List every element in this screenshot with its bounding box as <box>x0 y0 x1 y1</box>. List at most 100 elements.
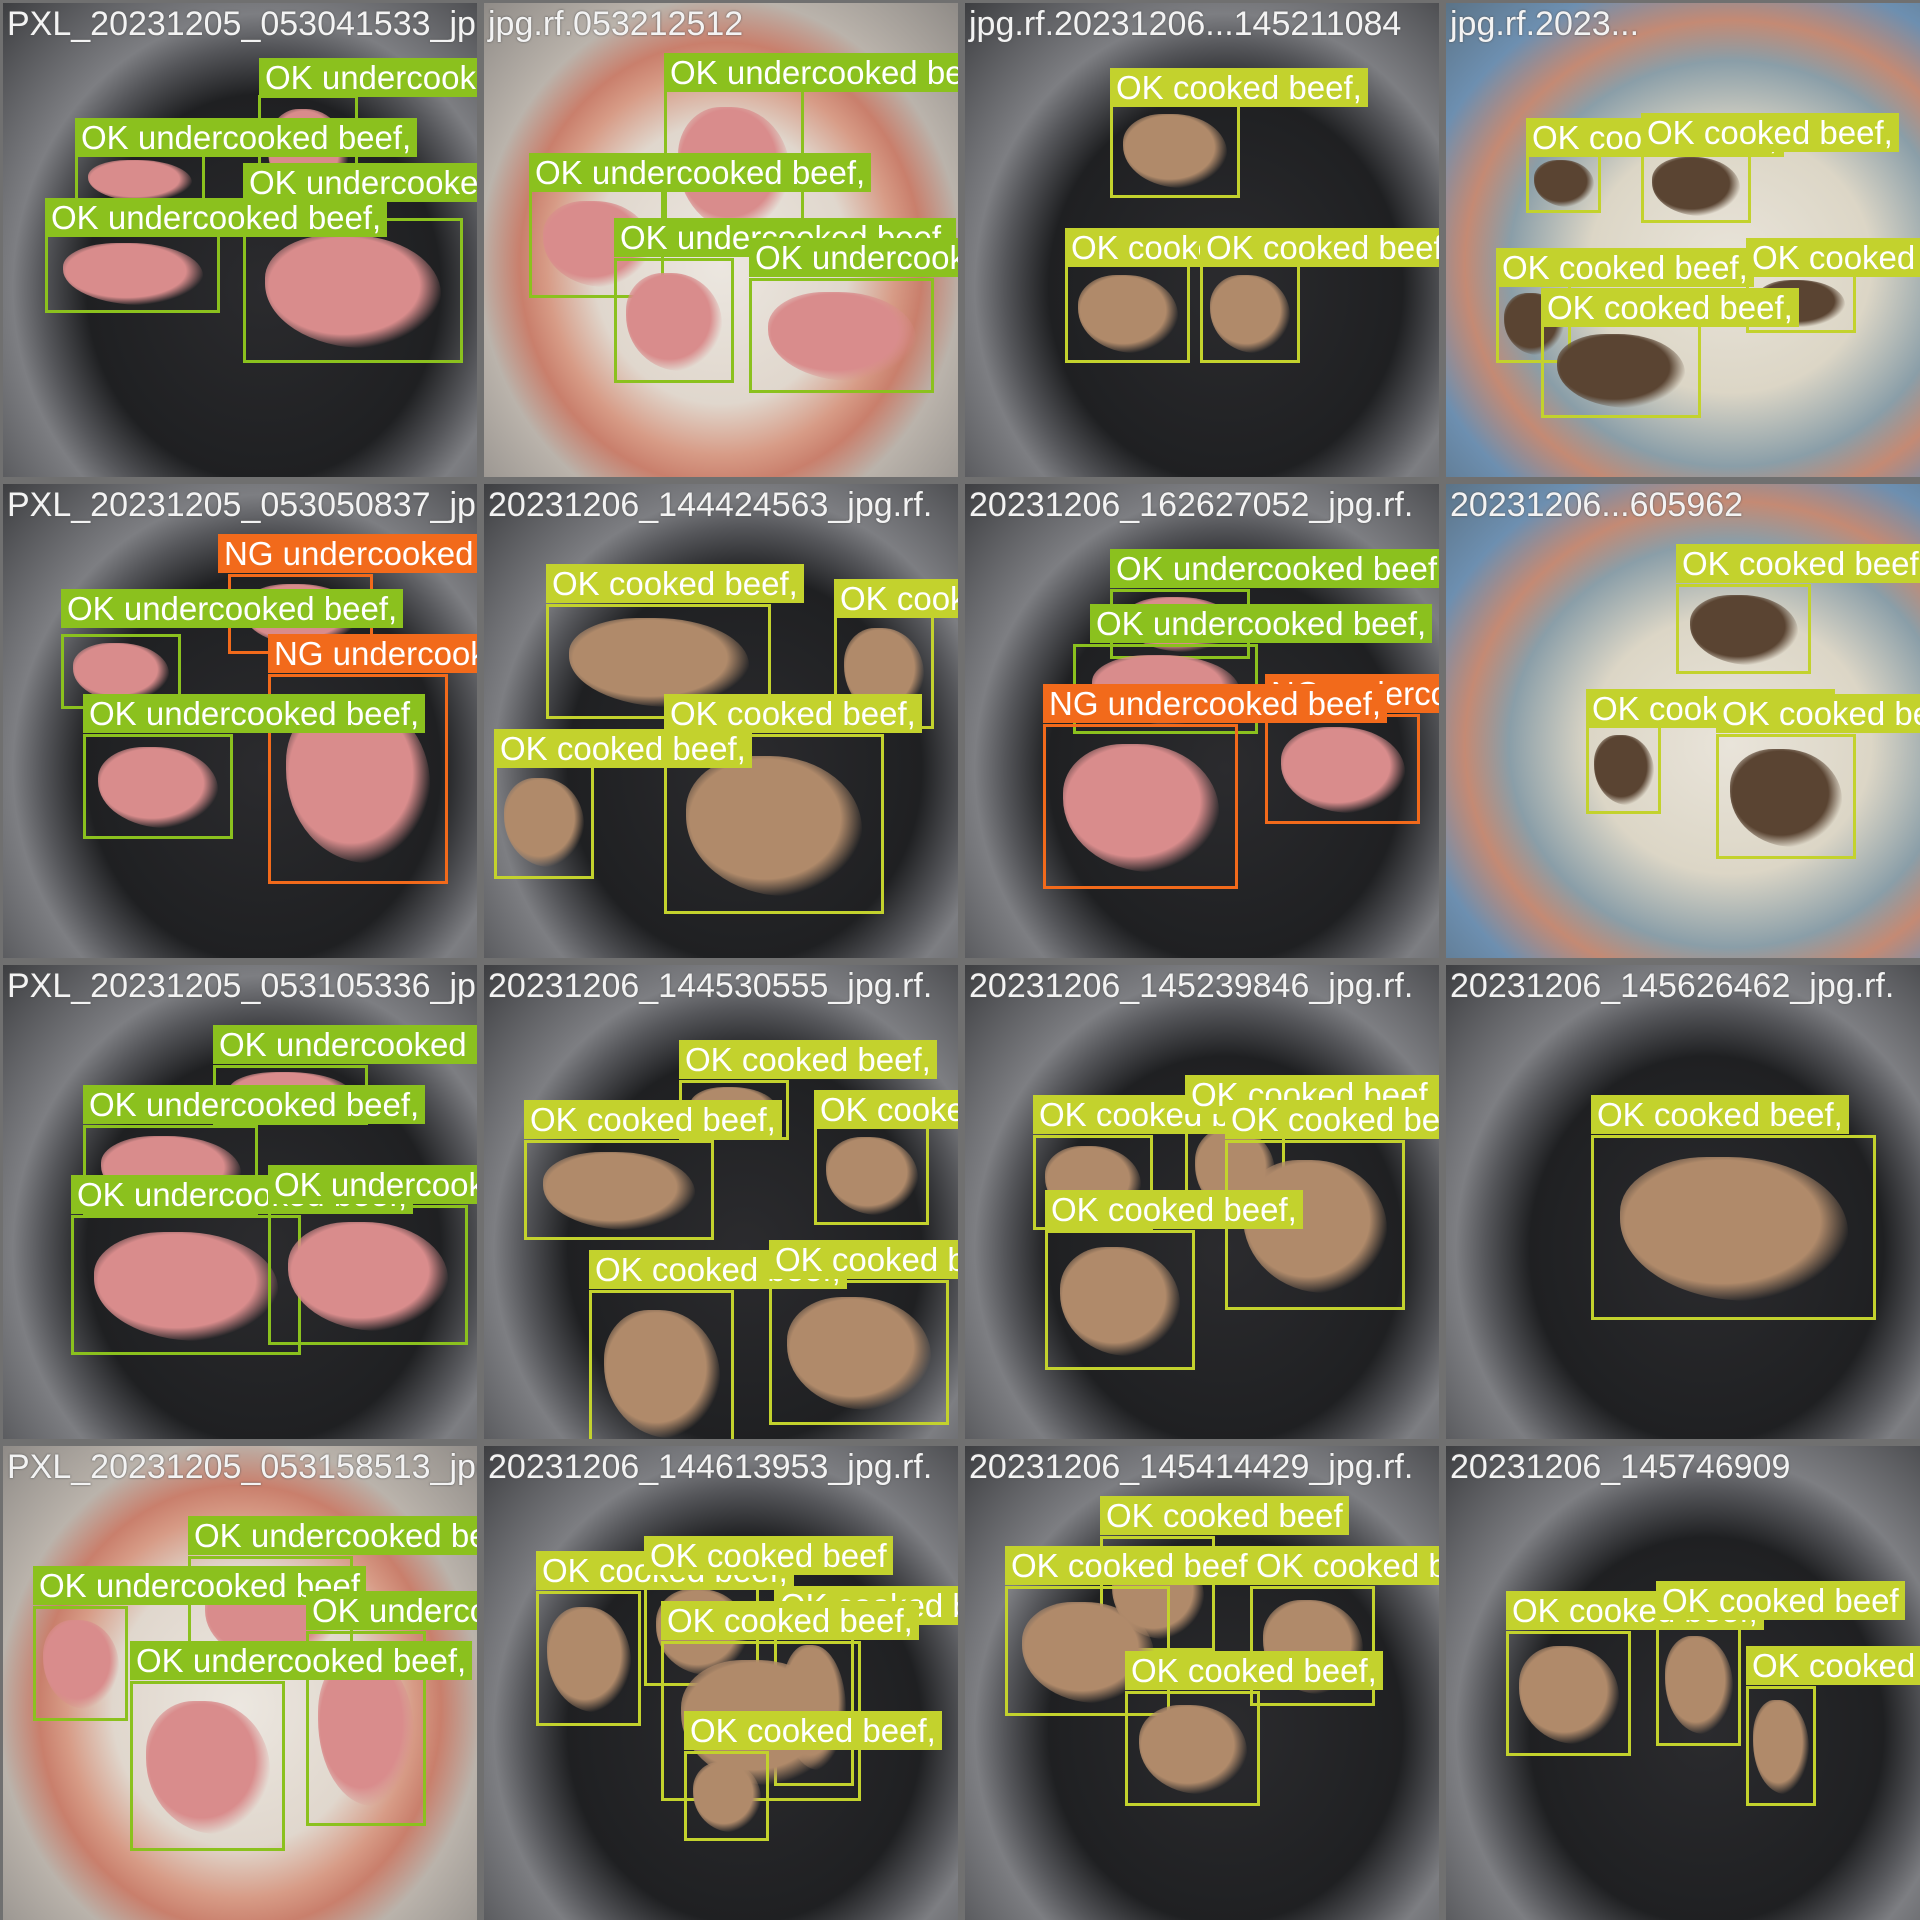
detection-label: OK undercooked beef, <box>664 53 958 92</box>
detection-box <box>1656 1621 1741 1746</box>
image-tile: 20231206_145746909 OK cooked beef, OK cook… <box>1446 1446 1920 1920</box>
detection-box <box>1526 153 1601 213</box>
image-filename: 20231206_144530555_jpg.rf. <box>488 967 933 1005</box>
detection-box <box>769 1280 949 1425</box>
detection-label: NG undercooked beef, <box>268 634 477 673</box>
detection-label: OK undercooked beef, <box>529 153 872 192</box>
detection-box <box>268 1205 468 1345</box>
detection-label: OK cooked beef <box>1676 544 1920 583</box>
detection-box <box>1716 734 1856 859</box>
detection-label: OK cooked beef, <box>1746 238 1920 277</box>
image-tile: 20231206_145414429_jpg.rf. OK cooked beef… <box>965 1446 1439 1920</box>
detection-box <box>684 1751 769 1841</box>
detection-label: OK undercooked beef, <box>1110 549 1439 588</box>
detection-box <box>1676 584 1811 674</box>
detection-box <box>33 1606 128 1721</box>
detection-label: OK undercooked beef, <box>45 198 388 237</box>
detection-box <box>1110 103 1240 198</box>
detection-label: OK cooked beef, <box>664 694 922 733</box>
image-filename: 20231206_162627052_jpg.rf. <box>969 486 1414 524</box>
detection-box <box>614 258 734 383</box>
detection-label: OK cooked beef, <box>684 1711 942 1750</box>
detection-box <box>130 1681 285 1851</box>
detection-label: OK cooked beef, <box>1110 68 1368 107</box>
detection-box <box>589 1290 734 1439</box>
detection-box <box>1506 1631 1631 1756</box>
detection-box <box>1746 1686 1816 1806</box>
image-filename: PXL_20231205_053050837_jpg.rf. <box>7 486 477 524</box>
image-filename: jpg.rf.2023... <box>1450 5 1640 43</box>
detection-box <box>1541 323 1701 418</box>
detection-label: OK cooked beef <box>1100 1496 1349 1535</box>
detection-label: OK cooked beef, <box>769 1240 958 1279</box>
image-filename: 20231206_145239846_jpg.rf. <box>969 967 1414 1005</box>
detection-box <box>1591 1135 1876 1320</box>
image-tile: PXL_20231205_053050837_jpg.rf. NG underco… <box>3 484 477 958</box>
detection-label: OK undercooked beef, <box>61 589 404 628</box>
image-filename: PXL_20231205_053041533_jpg.rf. <box>7 5 477 43</box>
image-tile: 20231206_144530555_jpg.rf. OK cooked beef… <box>484 965 958 1439</box>
detection-box <box>1200 263 1300 363</box>
detection-label: OK undercooked beef, <box>259 58 477 97</box>
image-tile: 20231206_144613953_jpg.rf. OK cooked beef… <box>484 1446 958 1920</box>
detection-label: OK cooked <box>1746 1646 1920 1685</box>
detection-box <box>243 218 463 363</box>
image-filename: 20231206...605962 <box>1450 486 1744 524</box>
detection-label: NG undercooked beef <box>218 534 477 573</box>
detection-label: OK undercooked beef, <box>306 1591 477 1630</box>
detection-label: OK cooked beef <box>1656 1581 1905 1620</box>
image-tile: jpg.rf.20231206...145211084 OK cooked bee… <box>965 3 1439 477</box>
detection-label: OK cooked beef, <box>1045 1190 1303 1229</box>
detection-label: OK undercooked beef, <box>83 694 426 733</box>
image-filename: jpg.rf.20231206...145211084 <box>969 5 1402 43</box>
image-tile: 20231206_144424563_jpg.rf. OK cooked beef… <box>484 484 958 958</box>
detection-box <box>494 764 594 879</box>
image-filename: jpg.rf.053212512 <box>488 5 744 43</box>
detection-label: OK undercooked beef, <box>83 1085 426 1124</box>
detection-label: OK cooked beef, <box>661 1601 919 1640</box>
image-tile: jpg.rf.053212512 OK undercooked beef, OK u… <box>484 3 958 477</box>
detection-label: OK undercooked beef, <box>1090 604 1433 643</box>
detection-label: OK undercooked beef, <box>130 1641 473 1680</box>
detection-box <box>1043 724 1238 889</box>
image-tile: 20231206_162627052_jpg.rf. OK undercooked… <box>965 484 1439 958</box>
detection-box <box>1045 1230 1195 1370</box>
detection-box <box>83 734 233 839</box>
detection-label: OK cooked beef, <box>1250 1546 1439 1585</box>
image-tile: PXL_20231205_053158513_jpg.rf. OK underco… <box>3 1446 477 1920</box>
detection-box <box>1065 263 1190 363</box>
detection-label: OK cooked beef, <box>679 1040 937 1079</box>
detection-label: OK cooked beef, <box>1541 288 1799 327</box>
image-tile: 20231206...605962 OK cooked beef OK cooked… <box>1446 484 1920 958</box>
detection-label: OK undercooked beef, <box>213 1025 477 1064</box>
detection-box <box>524 1140 714 1240</box>
image-filename: PXL_20231205_053158513_jpg.rf. <box>7 1448 477 1486</box>
detection-label: OK cooked beef, <box>1591 1095 1849 1134</box>
detection-label: OK cooked beef <box>1716 694 1920 733</box>
image-tile: 20231206_145626462_jpg.rf. OK cooked beef… <box>1446 965 1920 1439</box>
detection-label: OK undercooked beef, <box>188 1516 477 1555</box>
detection-box <box>749 278 934 393</box>
detection-label: OK cooked beef, <box>1005 1546 1263 1585</box>
detection-label: NG undercooked beef, <box>1043 684 1388 723</box>
detection-label: OK cooked beef, <box>1200 228 1439 267</box>
detection-box <box>1265 714 1420 824</box>
detection-box <box>1641 148 1751 223</box>
detection-label: OK undercooked beef, <box>243 163 477 202</box>
detection-label: OK cooked beef, <box>1125 1651 1383 1690</box>
image-tile: PXL_20231205_053105336_jpg.rf. OK underco… <box>3 965 477 1439</box>
image-tile: 20231206_145239846_jpg.rf. OK cooked beef… <box>965 965 1439 1439</box>
image-filename: PXL_20231205_053105336_jpg.rf. <box>7 967 477 1005</box>
detection-mosaic: PXL_20231205_053041533_jpg.rf. OK underco… <box>0 0 1920 1920</box>
detection-label: OK undercooked beef, <box>75 118 418 157</box>
image-filename: 20231206_144424563_jpg.rf. <box>488 486 933 524</box>
detection-label: OK cooked beef, <box>524 1100 782 1139</box>
detection-box <box>1125 1691 1260 1806</box>
image-filename: 20231206_145626462_jpg.rf. <box>1450 967 1895 1005</box>
detection-label: OK cooked beef, <box>1641 113 1899 152</box>
detection-label: OK cooked beef, <box>546 564 804 603</box>
detection-label: OK cooked beef, <box>494 729 752 768</box>
detection-box <box>71 1215 301 1355</box>
detection-label: OK cooked beef, <box>1225 1100 1439 1139</box>
detection-box <box>536 1591 641 1726</box>
